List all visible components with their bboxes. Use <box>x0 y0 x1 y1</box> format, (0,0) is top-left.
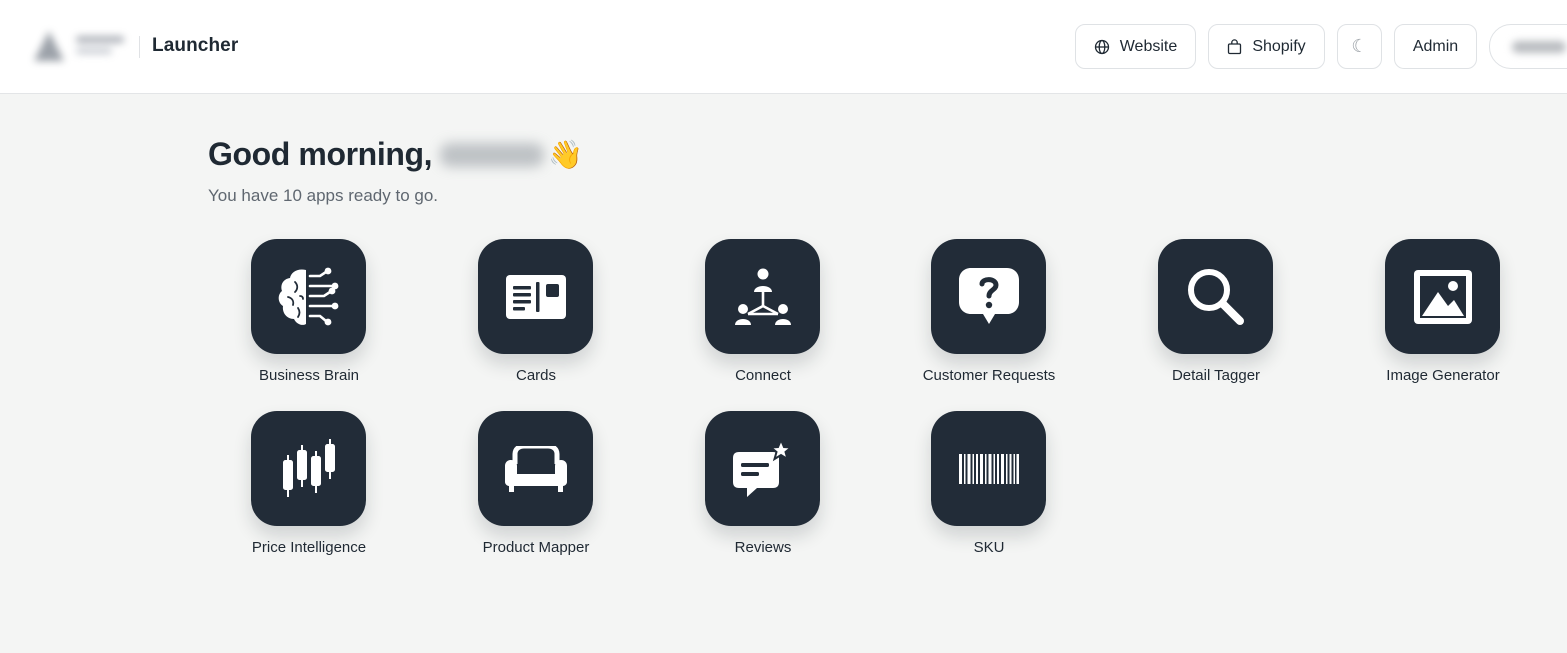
brand-logo[interactable] <box>32 27 128 65</box>
app-product-mapper[interactable]: Product Mapper <box>441 411 631 571</box>
moon-icon: ☾ <box>1351 36 1368 56</box>
app-tile[interactable] <box>705 239 820 354</box>
app-connect[interactable]: Connect <box>668 239 858 399</box>
candlestick-icon <box>282 438 335 497</box>
website-button[interactable]: Website <box>1075 24 1196 69</box>
admin-button-label: Admin <box>1412 37 1459 55</box>
app-label: Price Intelligence <box>251 539 367 556</box>
question-bubble-icon <box>958 267 1019 324</box>
app-detail-tagger[interactable]: Detail Tagger <box>1121 239 1311 399</box>
app-tile[interactable] <box>251 411 366 526</box>
app-tile[interactable] <box>931 239 1046 354</box>
shopify-button-label: Shopify <box>1252 37 1306 55</box>
app-tile[interactable] <box>1385 239 1500 354</box>
globe-icon <box>1094 39 1109 54</box>
image-icon <box>1413 269 1472 324</box>
app-tile[interactable] <box>478 411 593 526</box>
website-button-label: Website <box>1119 37 1178 55</box>
theme-toggle-button[interactable]: ☾ <box>1337 24 1382 69</box>
user-name-blurred <box>440 142 545 167</box>
app-image-generator[interactable]: Image Generator <box>1348 239 1538 399</box>
app-label: Business Brain <box>258 367 360 384</box>
id-card-icon <box>505 274 566 319</box>
app-reviews[interactable]: Reviews <box>668 411 858 571</box>
brain-circuit-icon <box>278 267 338 325</box>
app-label: Connect <box>735 367 791 384</box>
user-name-redacted <box>1512 40 1566 53</box>
review-bubble-star-icon <box>732 439 793 497</box>
magnifier-icon <box>1187 268 1244 325</box>
app-cards[interactable]: Cards <box>441 239 631 399</box>
app-label: Cards <box>515 367 556 384</box>
app-label: Product Mapper <box>482 539 590 556</box>
network-people-icon <box>734 268 791 325</box>
barcode-icon <box>958 453 1019 484</box>
sofa-icon <box>504 445 567 492</box>
app-tile[interactable] <box>1158 239 1273 354</box>
app-label: Customer Requests <box>922 367 1056 384</box>
user-menu-button[interactable] <box>1489 24 1567 69</box>
app-price-intelligence[interactable]: Price Intelligence <box>214 411 404 571</box>
shopify-button[interactable]: Shopify <box>1208 24 1325 69</box>
top-bar: Launcher Website Shopify ☾ Admin <box>0 0 1567 94</box>
app-business-brain[interactable]: Business Brain <box>214 239 404 399</box>
apps-count-subtitle: You have 10 apps ready to go. <box>208 186 438 205</box>
waving-hand-emoji: 👋 <box>548 139 583 170</box>
app-tile[interactable] <box>931 411 1046 526</box>
app-label: SKU <box>973 539 1005 556</box>
app-label: Detail Tagger <box>1171 367 1261 384</box>
greeting-heading: Good morning, 👋 <box>208 136 583 173</box>
app-tile[interactable] <box>478 239 593 354</box>
header-divider <box>139 36 140 58</box>
app-tile[interactable] <box>705 411 820 526</box>
app-tile[interactable] <box>251 239 366 354</box>
app-customer-requests[interactable]: Customer Requests <box>894 239 1084 399</box>
app-sku[interactable]: SKU <box>894 411 1084 571</box>
admin-button[interactable]: Admin <box>1394 24 1477 69</box>
logo-mark-icon <box>34 31 64 61</box>
app-label: Reviews <box>734 539 792 556</box>
shopping-bag-icon <box>1228 38 1242 54</box>
greeting-text: Good morning, <box>208 136 433 172</box>
app-title: Launcher <box>152 35 239 56</box>
app-label: Image Generator <box>1386 367 1500 384</box>
